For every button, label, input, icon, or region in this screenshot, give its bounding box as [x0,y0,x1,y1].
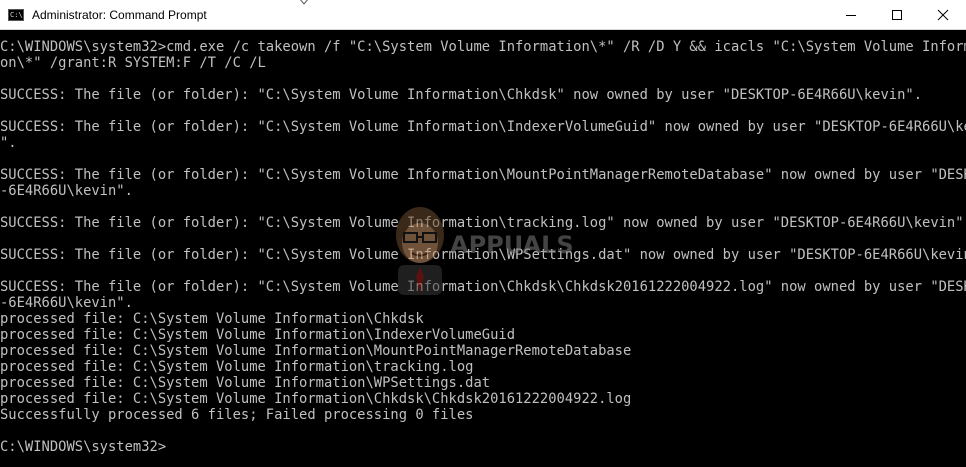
console-line: SUCCESS: The file (or folder): "C:\Syste… [0,279,966,295]
title-bar[interactable]: C:\ Administrator: Command Prompt [0,0,966,30]
console-line: SUCCESS: The file (or folder): "C:\Syste… [0,247,966,263]
console-prompt-line[interactable]: C:\WINDOWS\system32> [0,439,966,455]
console-line: Successfully processed 6 files; Failed p… [0,407,474,423]
console-line: ". [0,135,17,151]
command-prompt-window: C:\ Administrator: Command Prompt C:\WIN… [0,0,966,467]
console-line: SUCCESS: The file (or folder): "C:\Syste… [0,87,923,103]
console-line: SUCCESS: The file (or folder): "C:\Syste… [0,119,966,135]
cmd-app-icon[interactable]: C:\ [8,8,24,21]
console-line: -6E4R66U\kevin". [0,295,133,311]
console-line: SUCCESS: The file (or folder): "C:\Syste… [0,215,966,231]
console-line: processed file: C:\System Volume Informa… [0,375,491,391]
window-title: Administrator: Command Prompt [32,7,207,22]
minimize-button[interactable] [828,0,874,30]
console-line: processed file: C:\System Volume Informa… [0,311,424,327]
window-controls [828,0,966,30]
mouse-cursor-icon [300,0,308,5]
console-line: on\*" /grant:R SYSTEM:F /T /C /L [0,55,266,71]
maximize-button[interactable] [874,0,920,30]
maximize-icon [892,10,902,20]
console-line: C:\WINDOWS\system32>cmd.exe /c takeown /… [0,39,966,55]
console-line: -6E4R66U\kevin". [0,183,133,199]
console-line: processed file: C:\System Volume Informa… [0,359,474,375]
console-line: SUCCESS: The file (or folder): "C:\Syste… [0,167,966,183]
console-output[interactable]: C:\WINDOWS\system32>cmd.exe /c takeown /… [0,39,966,455]
console-line: processed file: C:\System Volume Informa… [0,327,515,343]
app-icon-text: C:\ [10,10,23,19]
close-button[interactable] [920,0,966,30]
close-icon [937,9,949,21]
console-line: processed file: C:\System Volume Informa… [0,391,632,407]
minimize-icon [846,15,856,16]
console-line: processed file: C:\System Volume Informa… [0,343,632,359]
